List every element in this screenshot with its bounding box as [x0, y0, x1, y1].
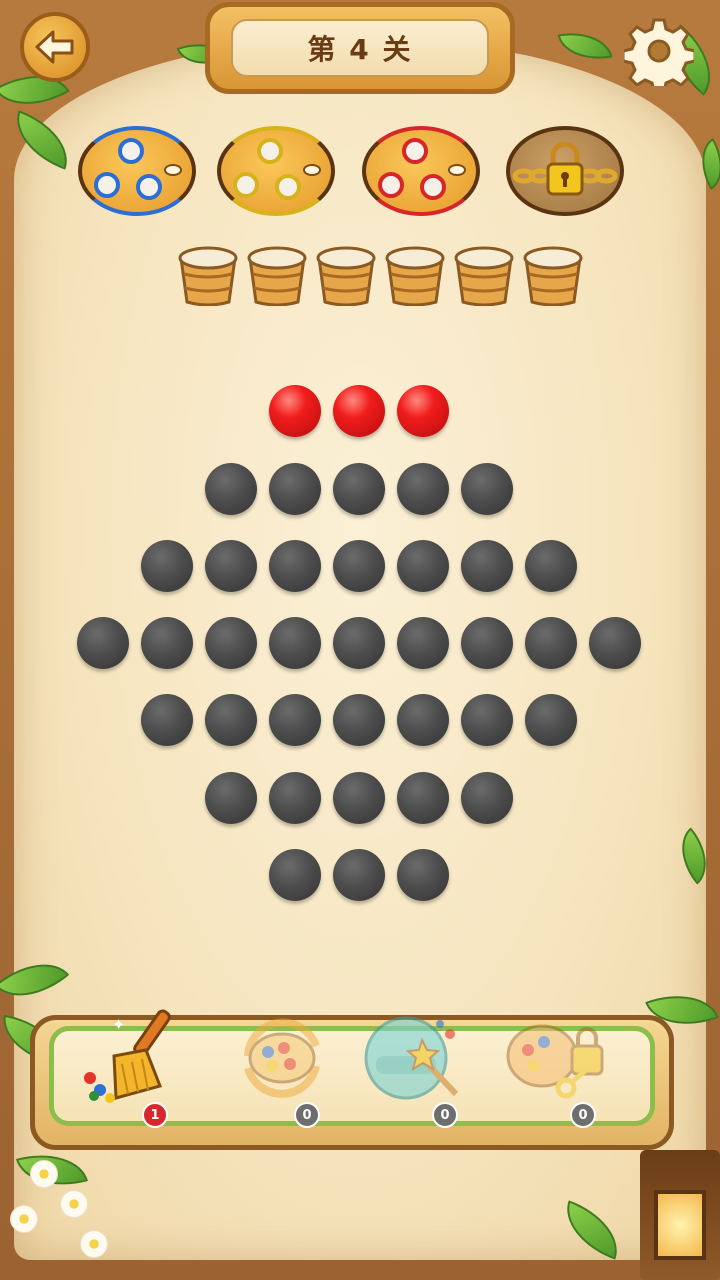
gray-ball[interactable] — [269, 540, 321, 592]
tray-hole — [275, 174, 301, 200]
gray-ball[interactable] — [141, 617, 193, 669]
broom-icon: ✦ — [84, 1009, 171, 1103]
lantern-glow — [654, 1190, 706, 1260]
gray-ball[interactable] — [397, 617, 449, 669]
red-ball[interactable] — [333, 385, 385, 437]
gray-ball[interactable] — [397, 463, 449, 515]
bucket — [522, 244, 584, 307]
tray-red[interactable] — [362, 126, 480, 216]
broom-count-badge: 1 — [142, 1102, 168, 1128]
bucket-icon — [523, 246, 583, 307]
gray-ball[interactable] — [589, 617, 641, 669]
gray-ball[interactable] — [397, 694, 449, 746]
tray-hole — [118, 138, 144, 164]
gray-ball[interactable] — [333, 849, 385, 901]
gray-ball[interactable] — [397, 540, 449, 592]
tray-hole — [233, 172, 259, 198]
back-button[interactable] — [20, 12, 90, 82]
gray-ball[interactable] — [461, 772, 513, 824]
key-lock-palette-icon — [506, 1024, 604, 1099]
bucket — [384, 244, 446, 307]
flower-decoration — [60, 1190, 88, 1218]
unlock-tool[interactable] — [502, 1006, 612, 1106]
gray-ball[interactable] — [205, 617, 257, 669]
tray-hole — [94, 172, 120, 198]
gray-ball[interactable] — [333, 772, 385, 824]
shuffle-tool[interactable] — [228, 1006, 338, 1106]
gray-ball[interactable] — [141, 694, 193, 746]
magic-wand-tool[interactable] — [360, 1006, 470, 1106]
gray-ball[interactable] — [205, 463, 257, 515]
tray-yellow[interactable] — [217, 126, 335, 216]
gray-ball[interactable] — [333, 463, 385, 515]
tray-slot — [303, 164, 321, 176]
tray-hole — [402, 138, 428, 164]
gray-ball[interactable] — [397, 772, 449, 824]
tray-hole — [257, 138, 283, 164]
gray-ball[interactable] — [269, 849, 321, 901]
gray-ball[interactable] — [333, 694, 385, 746]
tray-locked[interactable] — [506, 126, 624, 216]
tray-hole — [136, 174, 162, 200]
tray-hole — [420, 174, 446, 200]
tray-blue[interactable] — [78, 126, 196, 216]
flower-decoration — [10, 1205, 38, 1233]
gray-ball[interactable] — [269, 463, 321, 515]
svg-text:✦: ✦ — [112, 1015, 125, 1034]
settings-button[interactable] — [622, 14, 696, 88]
bucket — [177, 244, 239, 307]
level-title-plate: 第 4 关 — [205, 2, 515, 94]
padlock-chain-icon — [512, 141, 618, 196]
gray-ball[interactable] — [269, 617, 321, 669]
shuffle-count-badge: 0 — [294, 1102, 320, 1128]
red-ball[interactable] — [397, 385, 449, 437]
red-ball[interactable] — [269, 385, 321, 437]
gray-ball[interactable] — [525, 540, 577, 592]
magic-wand-bubble-icon — [364, 1016, 459, 1100]
gray-ball[interactable] — [333, 540, 385, 592]
gray-ball[interactable] — [461, 694, 513, 746]
bucket-icon — [247, 246, 307, 307]
magic-wand-count-badge: 0 — [432, 1102, 458, 1128]
tray-slot — [164, 164, 182, 176]
gray-ball[interactable] — [397, 849, 449, 901]
bucket — [453, 244, 515, 307]
gray-ball[interactable] — [461, 617, 513, 669]
bucket-icon — [178, 246, 238, 307]
gray-ball[interactable] — [525, 617, 577, 669]
flower-decoration — [30, 1160, 58, 1188]
gray-ball[interactable] — [205, 772, 257, 824]
bucket — [246, 244, 308, 307]
lantern-decoration — [640, 1150, 720, 1280]
gray-ball[interactable] — [205, 540, 257, 592]
gray-ball[interactable] — [461, 540, 513, 592]
bucket-icon — [316, 246, 376, 307]
gear-icon — [624, 18, 694, 86]
gray-ball[interactable] — [205, 694, 257, 746]
gray-ball[interactable] — [525, 694, 577, 746]
gray-ball[interactable] — [333, 617, 385, 669]
gray-ball[interactable] — [269, 772, 321, 824]
gray-ball[interactable] — [269, 694, 321, 746]
back-arrow-icon — [35, 30, 74, 64]
shuffle-palette-icon — [244, 1018, 320, 1098]
unlock-count-badge: 0 — [570, 1102, 596, 1128]
gray-ball[interactable] — [77, 617, 129, 669]
level-title: 第 4 关 — [231, 19, 489, 77]
broom-tool[interactable]: ✦ — [76, 1006, 186, 1106]
bucket-icon — [454, 246, 514, 307]
tray-hole — [378, 172, 404, 198]
bucket — [315, 244, 377, 307]
bucket-icon — [385, 246, 445, 307]
tray-slot — [448, 164, 466, 176]
flower-decoration — [80, 1230, 108, 1258]
gray-ball[interactable] — [461, 463, 513, 515]
gray-ball[interactable] — [141, 540, 193, 592]
